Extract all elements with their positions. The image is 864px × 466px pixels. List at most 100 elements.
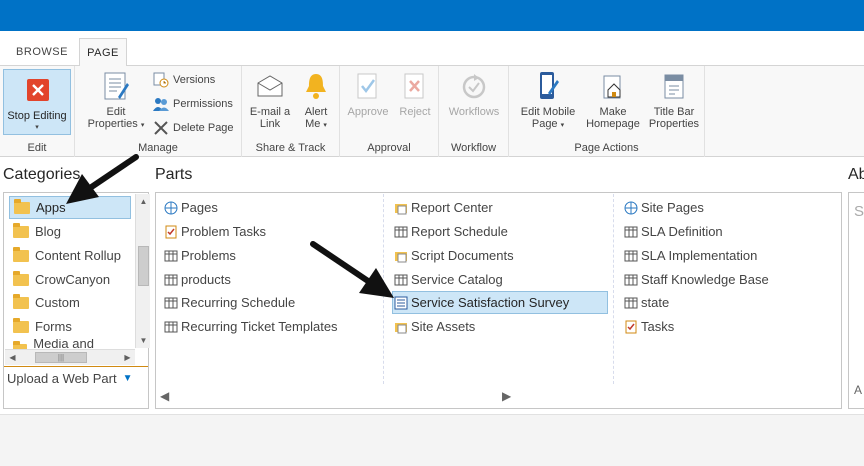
category-forms[interactable]: Forms: [9, 315, 131, 338]
alert-me-label-1: Alert: [304, 106, 328, 118]
category-label: Forms: [35, 319, 72, 334]
tab-page[interactable]: PAGE: [79, 38, 127, 67]
email-link-button[interactable]: E-mail a Link: [248, 70, 292, 130]
task-list-icon: [623, 319, 639, 335]
part-staff-knowledge-base[interactable]: Staff Knowledge Base: [623, 268, 769, 291]
upload-web-part-button[interactable]: Upload a Web Part ▼: [7, 371, 133, 386]
part-label: Script Documents: [411, 248, 514, 263]
home-icon: [597, 70, 629, 102]
group-share-track: E-mail a Link Alert Me ▾ Share & Track: [242, 66, 340, 157]
delete-page-label: Delete Page: [173, 122, 234, 134]
part-label: Site Assets: [411, 319, 476, 334]
scroll-left-icon[interactable]: ◀: [5, 350, 20, 365]
part-pages[interactable]: Pages: [163, 196, 218, 219]
part-tasks[interactable]: Tasks: [623, 315, 674, 338]
edit-mobile-page-label-2: Page: [531, 118, 558, 130]
edit-properties-button[interactable]: Edit Properties ▾: [83, 70, 149, 132]
folder-icon: [13, 246, 29, 262]
group-approval: Approve Reject Approval: [340, 66, 439, 157]
list-icon: [623, 295, 639, 311]
scrollbar-thumb[interactable]: [138, 246, 149, 286]
mobile-icon: [532, 70, 564, 102]
part-label: Staff Knowledge Base: [641, 272, 769, 287]
edit-properties-label-1: Edit: [106, 106, 126, 118]
scroll-up-icon[interactable]: ▲: [136, 194, 151, 209]
folder-icon: [13, 270, 29, 286]
part-recurring-ticket-templates[interactable]: Recurring Ticket Templates: [163, 315, 338, 338]
part-site-pages[interactable]: Site Pages: [623, 196, 704, 219]
edit-properties-label-2: Properties: [87, 118, 138, 130]
versions-button[interactable]: Versions: [153, 72, 215, 88]
alert-me-button[interactable]: Alert Me ▾: [296, 70, 336, 132]
part-sla-definition[interactable]: SLA Definition: [623, 220, 723, 243]
folder-icon: [13, 293, 29, 309]
permissions-label: Permissions: [173, 98, 233, 110]
part-sla-implementation[interactable]: SLA Implementation: [623, 244, 757, 267]
stop-editing-label: Stop Editing: [7, 110, 67, 122]
about-title: Ab: [848, 166, 864, 183]
reject-label: Reject: [399, 106, 431, 118]
scroll-right-icon[interactable]: ▶: [120, 350, 135, 365]
part-recurring-schedule[interactable]: Recurring Schedule: [163, 291, 295, 314]
task-list-icon: [163, 224, 179, 240]
part-label: Recurring Ticket Templates: [181, 319, 338, 334]
part-label: state: [641, 295, 670, 310]
category-crowcanyon[interactable]: CrowCanyon: [9, 268, 131, 291]
approve-button[interactable]: Approve: [345, 70, 391, 118]
group-workflow: Workflows Workflow: [439, 66, 509, 157]
stop-editing-button[interactable]: Stop Editing ▾: [3, 69, 71, 135]
edit-mobile-page-button[interactable]: Edit Mobile Page ▾: [515, 70, 581, 132]
category-content-rollup[interactable]: Content Rollup: [9, 244, 131, 267]
list-icon: [623, 272, 639, 288]
part-site-assets[interactable]: Site Assets: [393, 315, 475, 338]
category-media-and-content[interactable]: Media and Content: [9, 339, 131, 349]
group-edit: Stop Editing ▾ Edit: [0, 66, 75, 157]
reject-button[interactable]: Reject: [395, 70, 435, 118]
part-script-documents[interactable]: Script Documents: [393, 244, 514, 267]
categories-panel: Apps Blog Content Rollup CrowCanyon Cust…: [3, 192, 150, 409]
list-icon: [623, 248, 639, 264]
part-label: SLA Implementation: [641, 248, 758, 263]
delete-page-button[interactable]: Delete Page: [153, 120, 234, 136]
category-blog[interactable]: Blog: [9, 220, 131, 243]
categories-title: Categories: [3, 166, 81, 183]
permissions-button[interactable]: Permissions: [153, 96, 233, 112]
make-homepage-button[interactable]: Make Homepage: [583, 70, 643, 130]
column-divider: [613, 194, 614, 384]
group-label-page-actions: Page Actions: [574, 142, 639, 154]
pages-library-icon: [623, 200, 639, 216]
scrollbar-thumb[interactable]: |||: [35, 352, 87, 363]
parts-title: Parts: [155, 166, 193, 183]
part-label: products: [181, 272, 231, 287]
arrow-right-icon[interactable]: ▶: [502, 389, 511, 403]
categories-horizontal-scrollbar[interactable]: ◀ ||| ▶: [5, 349, 135, 365]
reject-icon: [399, 70, 431, 102]
arrow-left-icon[interactable]: ◀: [160, 389, 169, 403]
part-products[interactable]: products: [163, 268, 231, 291]
part-label: Service Satisfaction Survey: [411, 295, 570, 310]
document-library-icon: [393, 319, 409, 335]
alert-me-label-2: Me: [305, 118, 321, 130]
part-problems[interactable]: Problems: [163, 244, 236, 267]
part-report-center[interactable]: Report Center: [393, 196, 493, 219]
category-custom[interactable]: Custom: [9, 291, 131, 314]
part-report-schedule[interactable]: Report Schedule: [393, 220, 508, 243]
categories-vertical-scrollbar[interactable]: ▲ ▼: [135, 194, 150, 348]
group-label-approval: Approval: [367, 142, 411, 154]
workflows-button[interactable]: Workflows: [444, 70, 504, 118]
group-page-actions: Edit Mobile Page ▾ Make Homepage Title B…: [509, 66, 705, 157]
part-service-satisfaction-survey[interactable]: Service Satisfaction Survey: [392, 291, 608, 314]
stop-icon: [27, 79, 49, 101]
edit-properties-icon: [100, 70, 132, 102]
part-label: Tasks: [641, 319, 675, 334]
category-label: CrowCanyon: [35, 272, 111, 287]
part-state[interactable]: state: [623, 291, 669, 314]
part-service-catalog[interactable]: Service Catalog: [393, 268, 503, 291]
category-apps[interactable]: Apps: [9, 196, 131, 219]
part-problem-tasks[interactable]: Problem Tasks: [163, 220, 266, 243]
part-label: Problems: [181, 248, 236, 263]
scroll-down-icon[interactable]: ▼: [136, 333, 151, 348]
tab-browse[interactable]: BROWSE: [8, 38, 76, 66]
chevron-down-icon: ▾: [140, 122, 145, 129]
title-bar-properties-button[interactable]: Title Bar Properties: [645, 70, 703, 130]
